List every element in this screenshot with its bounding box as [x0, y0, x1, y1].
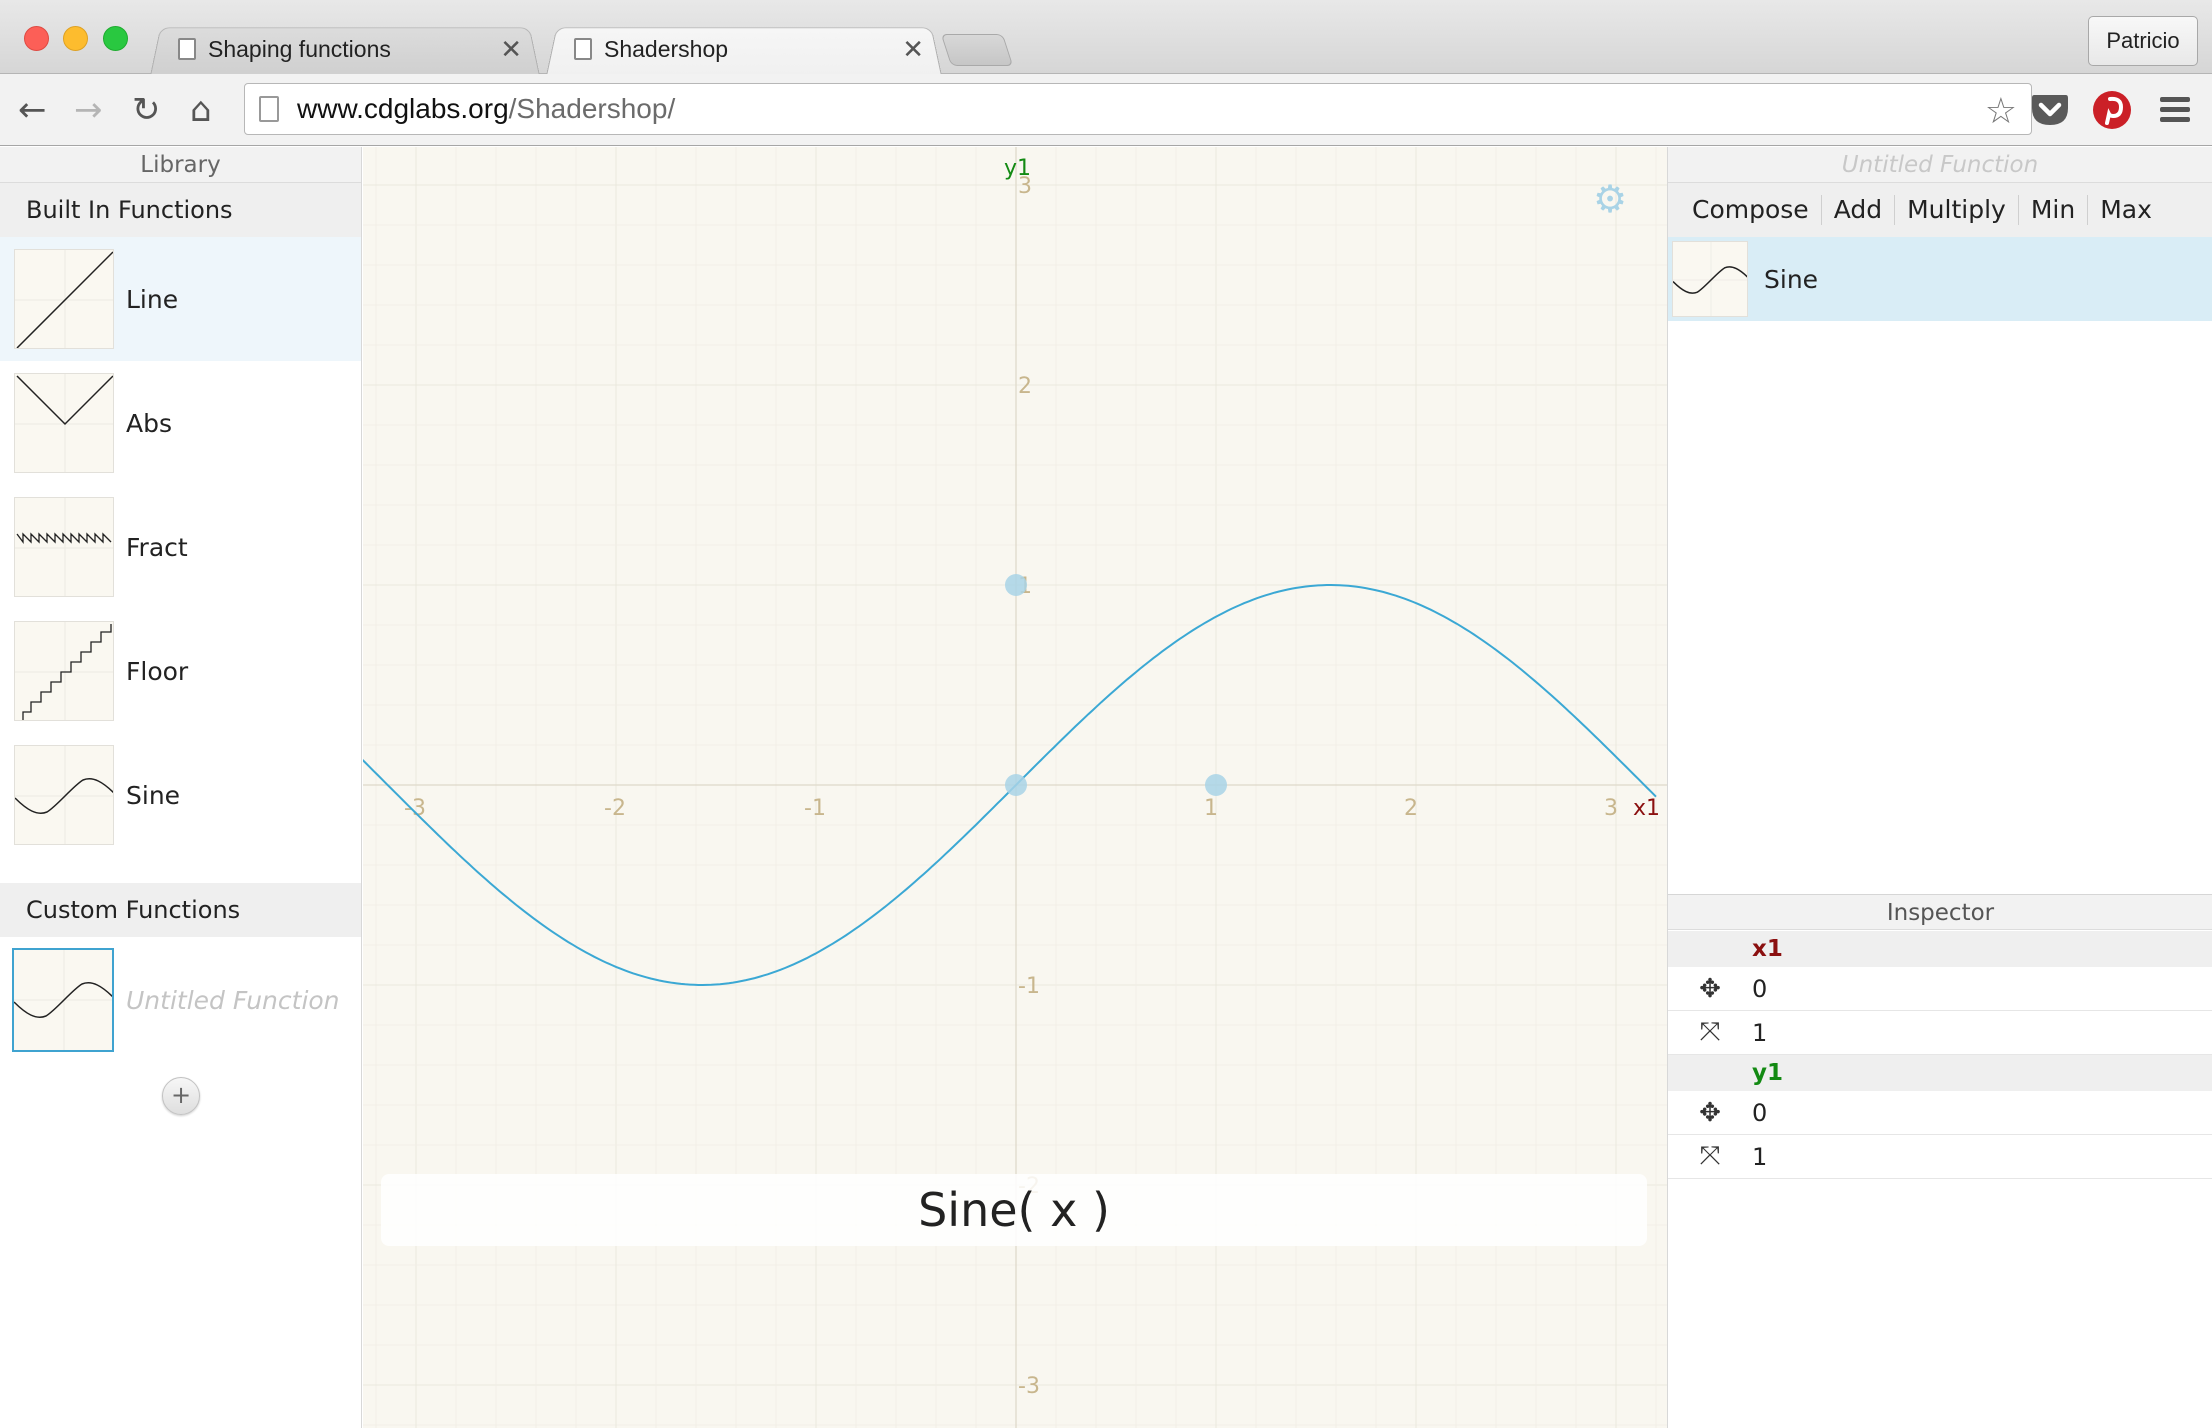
library-item-label: Line — [126, 284, 179, 314]
compose-button[interactable]: Compose — [1692, 195, 1822, 225]
pinterest-icon[interactable] — [2092, 90, 2132, 130]
address-bar[interactable]: www.cdglabs.org/Shadershop/ ☆ — [244, 83, 2032, 135]
operation-bar: Compose Add Multiply Min Max — [1668, 183, 2212, 237]
close-tab-icon[interactable]: ✕ — [500, 34, 522, 65]
back-icon[interactable]: ← — [18, 90, 47, 130]
custom-function-thumbnail — [12, 948, 114, 1052]
library-item-sine[interactable]: Sine — [0, 733, 361, 857]
browser-toolbar: ← → ↻ ⌂ www.cdglabs.org/Shadershop/ ☆ — [0, 74, 2212, 146]
reload-icon[interactable]: ↻ — [132, 90, 161, 130]
max-button[interactable]: Max — [2088, 195, 2164, 225]
url-host: www.cdglabs.org — [297, 93, 509, 124]
translate-value[interactable]: 0 — [1752, 975, 1767, 1003]
library-panel: Library Built In Functions Line Abs Frac… — [0, 147, 362, 1428]
close-tab-icon[interactable]: ✕ — [902, 34, 924, 65]
library-item-label: Sine — [126, 780, 181, 810]
inspector-var-x1: x1 — [1668, 931, 2212, 967]
add-button[interactable]: Add — [1822, 195, 1896, 225]
close-window-button[interactable] — [24, 26, 49, 51]
x-tick-label: -3 — [404, 796, 426, 821]
abs-thumbnail — [14, 373, 114, 473]
inspector-rows: x1 ✥ 0 ⤧ 1 y1 ✥ 0 ⤧ 1 — [1668, 931, 2212, 1179]
library-title: Library — [0, 147, 361, 183]
y-axis-label: y1 — [1004, 156, 1031, 181]
x-tick-label: -1 — [804, 796, 826, 821]
composition-item-label: Sine — [1764, 264, 1819, 294]
library-item-fract[interactable]: Fract — [0, 485, 361, 609]
inspector-title: Inspector — [1668, 894, 2212, 930]
scale-icon: ⤧ — [1699, 1017, 1721, 1047]
y-tick-label: -1 — [1018, 974, 1040, 999]
inspector-row-x1-scale[interactable]: ⤧ 1 — [1668, 1011, 2212, 1055]
y-tick-label: -3 — [1018, 1374, 1040, 1399]
tab-shaping-functions[interactable]: Shaping functions ✕ — [150, 22, 540, 77]
graph-canvas[interactable]: -3-2-1123321-1-2-3x1y1 ⚙ Sine( x ) — [363, 147, 1667, 1428]
control-point[interactable] — [1005, 574, 1027, 596]
tab-shadershop[interactable]: Shadershop ✕ — [546, 22, 942, 77]
composition-title[interactable]: Untitled Function — [1668, 147, 2212, 183]
library-item-floor[interactable]: Floor — [0, 609, 361, 733]
formula-display: Sine( x ) — [381, 1174, 1647, 1246]
url-path: /Shadershop/ — [508, 93, 676, 124]
library-item-abs[interactable]: Abs — [0, 361, 361, 485]
min-button[interactable]: Min — [2019, 195, 2089, 225]
fract-thumbnail — [14, 497, 114, 597]
x-axis-label: x1 — [1633, 796, 1660, 821]
sine-thumbnail — [14, 745, 114, 845]
bookmark-star-icon[interactable]: ☆ — [1985, 90, 2017, 132]
library-item-label: Floor — [126, 656, 189, 686]
browser-titlebar: Shaping functions ✕ Shadershop ✕ Patrici… — [0, 0, 2212, 77]
inspector-row-y1-translate[interactable]: ✥ 0 — [1668, 1091, 2212, 1135]
y-tick-label: 2 — [1018, 374, 1032, 399]
forward-icon[interactable]: → — [74, 90, 103, 130]
zoom-window-button[interactable] — [103, 26, 128, 51]
move-icon: ✥ — [1699, 1097, 1721, 1128]
scale-value[interactable]: 1 — [1752, 1143, 1767, 1171]
inspector-var-y1: y1 — [1668, 1055, 2212, 1091]
builtin-functions-header: Built In Functions — [0, 183, 361, 237]
pocket-icon[interactable] — [2030, 92, 2070, 128]
scale-icon: ⤧ — [1699, 1141, 1721, 1171]
inspector-row-x1-translate[interactable]: ✥ 0 — [1668, 967, 2212, 1011]
sine-thumbnail — [1672, 241, 1748, 317]
custom-functions-header: Custom Functions — [0, 883, 361, 937]
scale-value[interactable]: 1 — [1752, 1019, 1767, 1047]
inspector-row-y1-scale[interactable]: ⤧ 1 — [1668, 1135, 2212, 1179]
page-icon — [574, 38, 592, 60]
multiply-button[interactable]: Multiply — [1895, 195, 2019, 225]
library-item-label: Fract — [126, 532, 188, 562]
page-icon — [259, 96, 279, 122]
shadershop-app: Library Built In Functions Line Abs Frac… — [0, 147, 2212, 1428]
page-icon — [178, 38, 196, 60]
tab-label: Shaping functions — [208, 35, 391, 62]
x-tick-label: -2 — [604, 796, 626, 821]
settings-gear-icon[interactable]: ⚙ — [1593, 177, 1627, 221]
x-tick-label: 1 — [1204, 796, 1218, 821]
library-item-line[interactable]: Line — [0, 237, 361, 361]
new-tab-button[interactable] — [940, 34, 1014, 66]
composition-panel: Untitled Function Compose Add Multiply M… — [1667, 147, 2212, 1428]
custom-function-item[interactable]: Untitled Function — [0, 937, 361, 1063]
profile-button[interactable]: Patricio — [2088, 16, 2198, 66]
library-item-label: Abs — [126, 408, 172, 438]
add-function-button[interactable]: + — [162, 1077, 200, 1115]
menu-icon[interactable] — [2158, 94, 2192, 126]
move-icon: ✥ — [1699, 973, 1721, 1004]
composition-item-sine[interactable]: Sine — [1668, 237, 2212, 321]
translate-value[interactable]: 0 — [1752, 1099, 1767, 1127]
minimize-window-button[interactable] — [63, 26, 88, 51]
x-tick-label: 2 — [1404, 796, 1418, 821]
custom-function-label: Untitled Function — [126, 985, 340, 1015]
control-point[interactable] — [1005, 774, 1027, 796]
control-point[interactable] — [1205, 774, 1227, 796]
floor-thumbnail — [14, 621, 114, 721]
x-tick-label: 3 — [1604, 796, 1618, 821]
line-thumbnail — [14, 249, 114, 349]
home-icon[interactable]: ⌂ — [190, 90, 212, 130]
tab-label: Shadershop — [604, 35, 729, 62]
